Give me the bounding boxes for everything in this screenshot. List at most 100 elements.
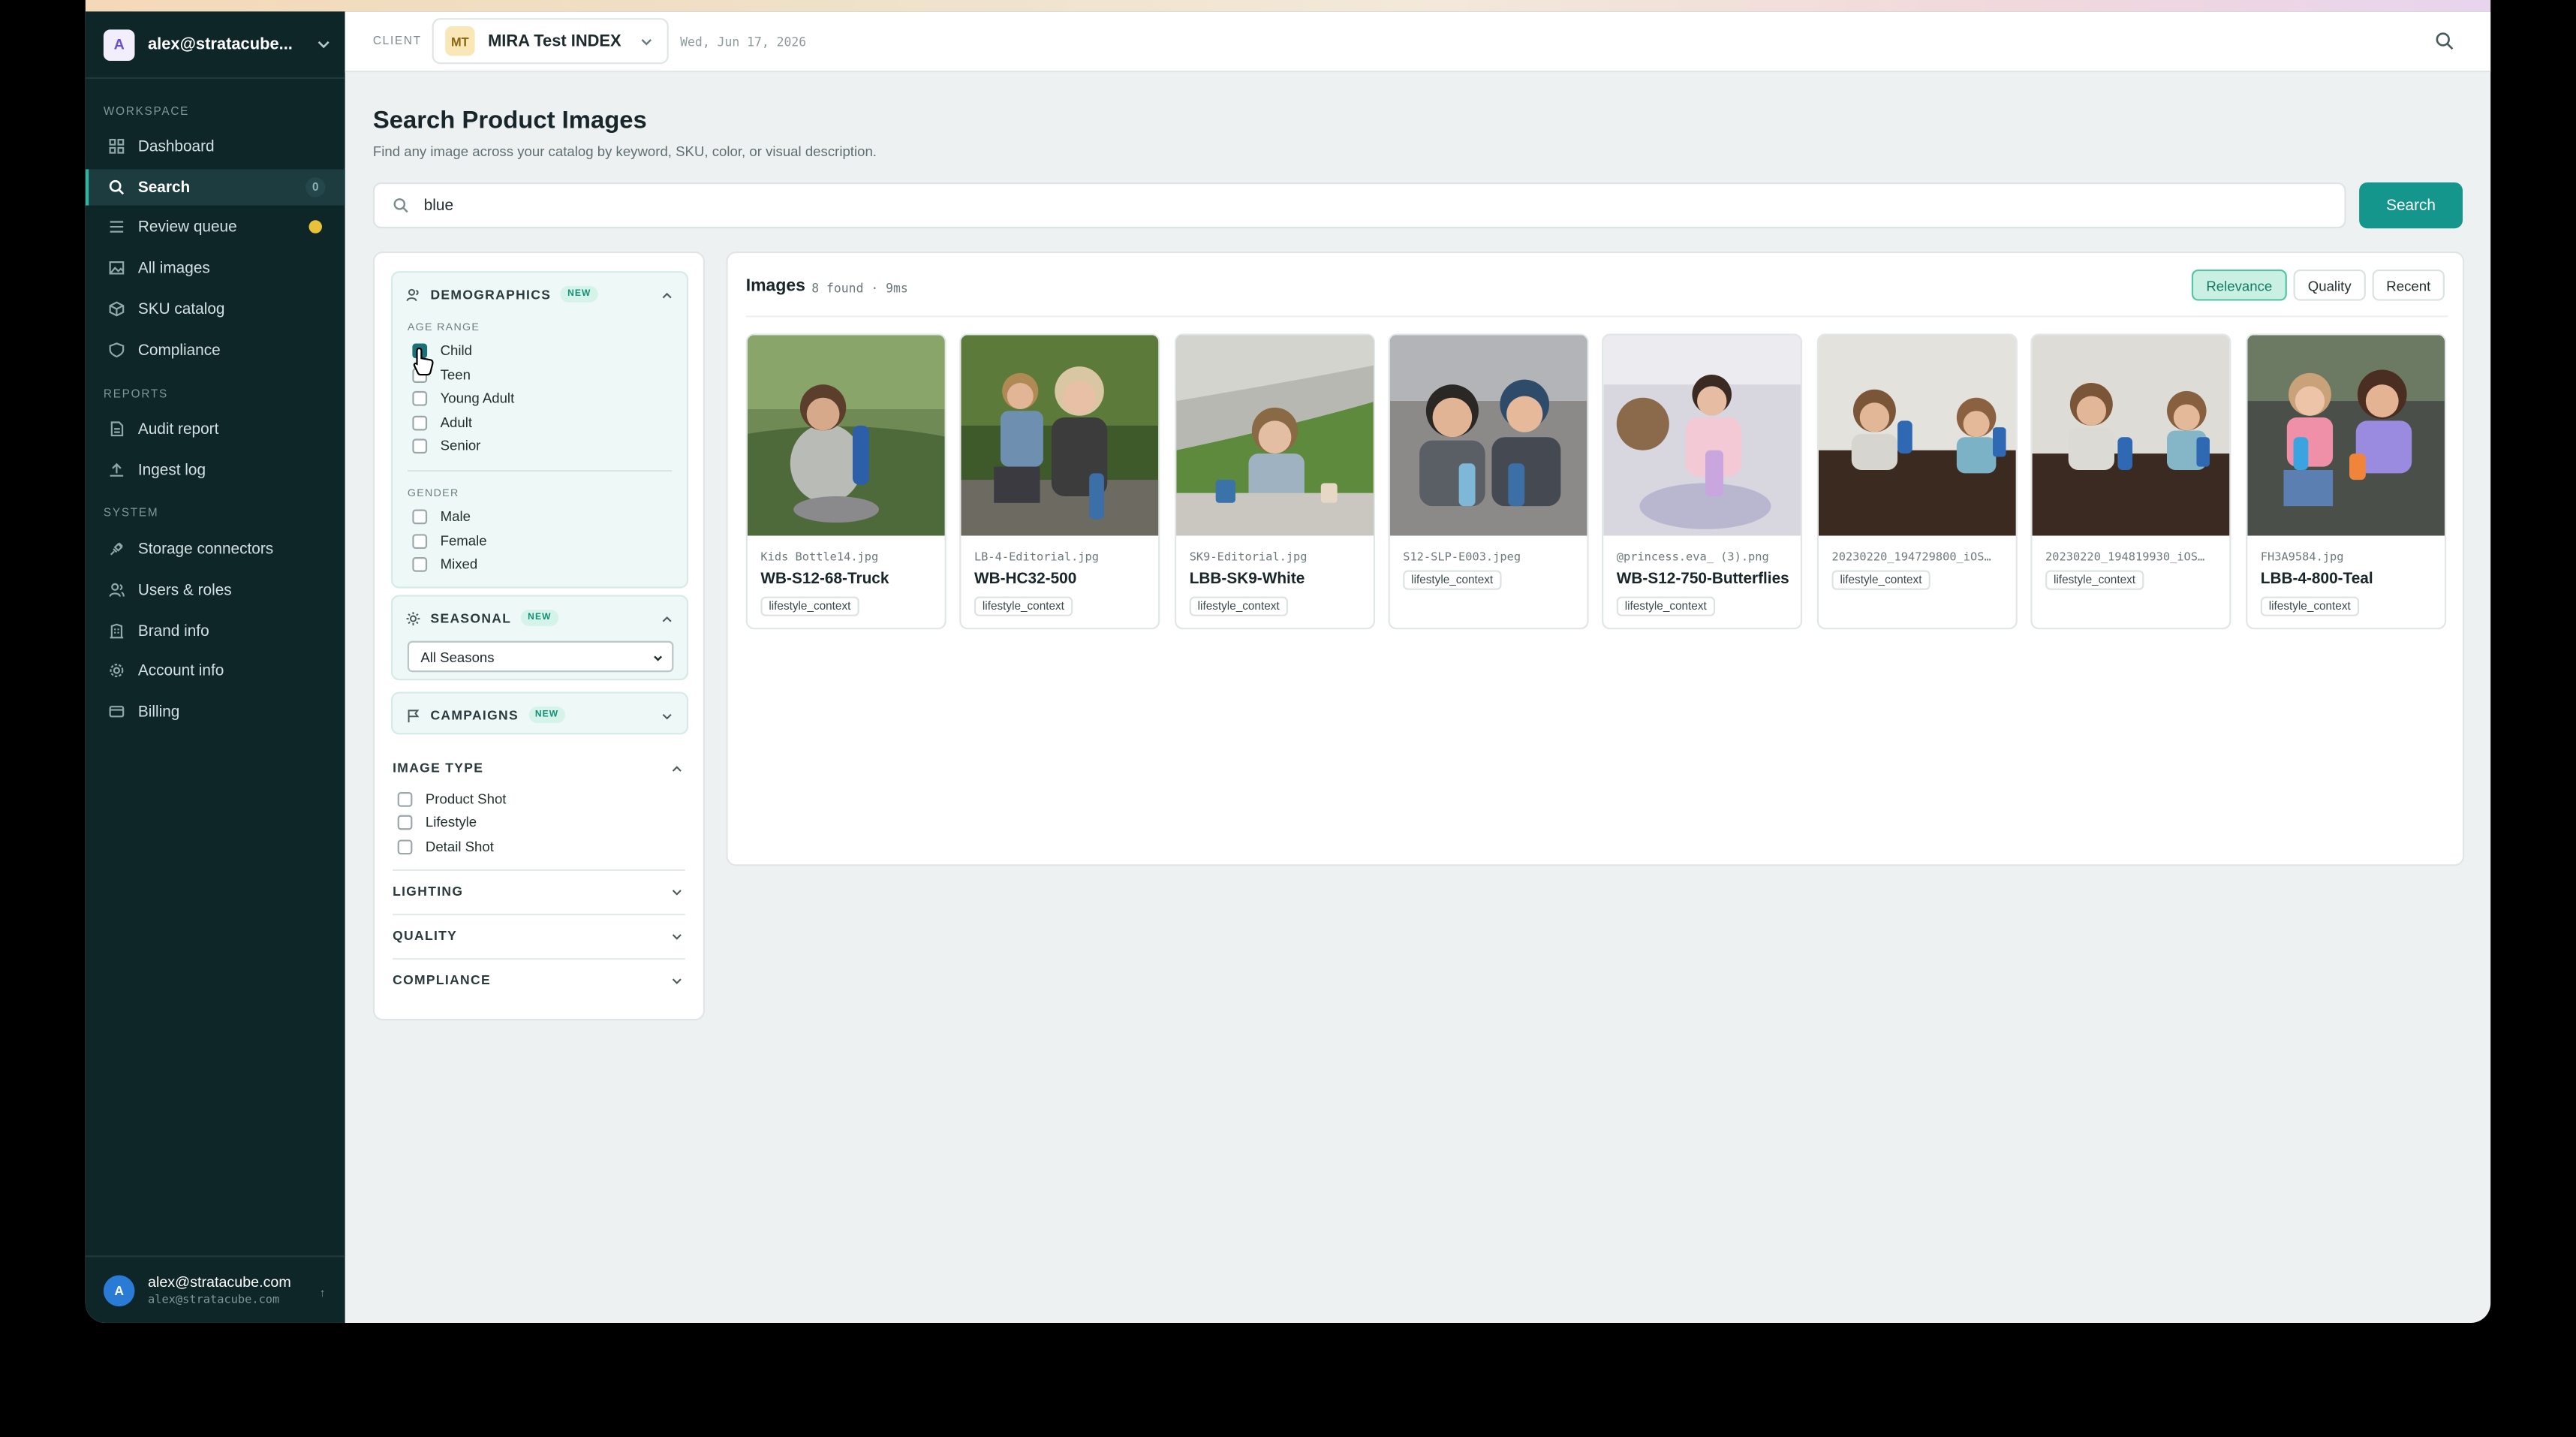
search-input[interactable]	[423, 196, 2231, 215]
results-meta: 8 found · 9ms	[811, 281, 908, 296]
product-photo[interactable]	[2247, 335, 2446, 536]
search-icon	[109, 179, 125, 195]
checkbox-label: Young Adult	[440, 389, 515, 406]
checkbox[interactable]	[412, 508, 428, 524]
account-switcher[interactable]: A alex@stratacube...	[85, 11, 345, 80]
checkbox[interactable]	[397, 814, 413, 830]
image-type-option-product-shot[interactable]: Product Shot	[397, 791, 506, 807]
chevron-down-icon[interactable]	[670, 975, 684, 988]
product-photo[interactable]	[2032, 335, 2231, 536]
list-icon	[110, 221, 124, 233]
checkbox[interactable]	[412, 390, 428, 405]
sidebar-item-dashboard[interactable]: Dashboard	[86, 128, 345, 164]
image-filename: 20230220_194729800_iOS…	[1831, 550, 1991, 564]
sidebar-item-storage-connectors[interactable]: Storage connectors	[86, 531, 345, 567]
sort-recent-button[interactable]: Recent	[2372, 269, 2445, 301]
sidebar-item-billing[interactable]: Billing	[86, 694, 345, 730]
age-option-adult[interactable]: Adult	[412, 414, 472, 430]
chevron-up-icon[interactable]	[670, 763, 684, 776]
image-card[interactable]: 20230220_194819930_iOS… lifestyle_contex…	[2030, 333, 2231, 630]
expand-up-icon[interactable]: ↑	[320, 1288, 326, 1300]
sidebar-item-sku-catalog[interactable]: SKU catalog	[86, 291, 345, 327]
image-card[interactable]: SK9-Editorial.jpg LBB-SK9-White lifestyl…	[1174, 333, 1376, 630]
chevron-down-icon[interactable]	[670, 930, 684, 944]
image-type-option-lifestyle[interactable]: Lifestyle	[397, 813, 477, 830]
checkbox[interactable]	[397, 839, 413, 854]
gender-option-male[interactable]: Male	[412, 508, 471, 524]
plug-icon	[110, 542, 123, 556]
sidebar-item-audit-report[interactable]: Audit report	[86, 411, 345, 447]
sidebar-item-ingest-log[interactable]: Ingest log	[86, 452, 345, 488]
season-select[interactable]: All Seasons	[407, 640, 674, 673]
seasonal-header[interactable]: SEASONAL NEW	[406, 610, 558, 626]
campaigns-header[interactable]: CAMPAIGNS NEW	[406, 706, 566, 724]
demographics-title: DEMOGRAPHICS	[430, 286, 552, 302]
chevron-down-icon	[641, 39, 652, 46]
compliance-header[interactable]: COMPLIANCE	[393, 973, 491, 988]
demographics-header[interactable]: DEMOGRAPHICS NEW	[406, 285, 598, 303]
sort-quality-button[interactable]: Quality	[2293, 269, 2366, 301]
sidebar-item-brand-info[interactable]: Brand info	[86, 613, 345, 649]
product-photo[interactable]	[961, 335, 1160, 536]
sidebar-item-review-queue[interactable]: Review queue	[86, 209, 345, 245]
image-card[interactable]: Kids Bottle14.jpg WB-S12-68-Truck lifest…	[745, 333, 946, 630]
product-photo[interactable]	[1603, 335, 1802, 536]
gender-option-female[interactable]: Female	[412, 532, 487, 549]
product-photo[interactable]	[1176, 335, 1375, 536]
checkbox-label: Child	[440, 342, 473, 359]
sun-icon	[406, 611, 420, 625]
client-selector[interactable]: MT MIRA Test INDEX	[432, 18, 669, 65]
product-photo[interactable]	[747, 335, 946, 536]
sort-options: Relevance Quality Recent	[2185, 269, 2445, 301]
lighting-header[interactable]: LIGHTING	[393, 884, 463, 899]
product-photo[interactable]	[1819, 335, 2018, 536]
search-icon[interactable]	[2435, 32, 2454, 51]
image-filename: S12-SLP-E003.jpeg	[1403, 550, 1521, 564]
gender-option-mixed[interactable]: Mixed	[412, 556, 477, 572]
image-card[interactable]: LB-4-Editorial.jpg WB-HC32-500 lifestyle…	[959, 333, 1160, 630]
sidebar-item-search[interactable]: Search 0	[85, 169, 345, 206]
image-type-header[interactable]: IMAGE TYPE	[393, 761, 483, 776]
checkbox[interactable]	[412, 556, 428, 571]
sidebar-item-label: Storage connectors	[137, 540, 274, 559]
image-tag: lifestyle_context	[1831, 570, 1930, 590]
image-type-option-detail-shot[interactable]: Detail Shot	[397, 838, 494, 855]
checkbox-label: Teen	[440, 366, 471, 383]
chevron-up-icon[interactable]	[661, 613, 674, 626]
campaigns-filter[interactable]: CAMPAIGNS NEW	[390, 691, 689, 735]
user-profile[interactable]: A alex@stratacube.com alex@stratacube.co…	[85, 1255, 345, 1323]
chevron-up-icon[interactable]	[661, 289, 674, 303]
sidebar-item-account-info[interactable]: Account info	[86, 652, 345, 688]
search-button[interactable]: Search	[2359, 182, 2463, 229]
sidebar-item-users-roles[interactable]: Users & roles	[86, 572, 345, 608]
search-bar[interactable]	[372, 182, 2346, 229]
image-card[interactable]: @princess.eva_ (3).png WB-S12-750-Butter…	[1602, 333, 1803, 630]
checkbox[interactable]	[397, 791, 413, 806]
image-card[interactable]: S12-SLP-E003.jpeg lifestyle_context	[1388, 333, 1589, 630]
chevron-down-icon[interactable]	[661, 710, 674, 724]
sidebar-item-label: Brand info	[137, 622, 209, 640]
image-card[interactable]: FH3A9584.jpg LBB-4-800-Teal lifestyle_co…	[2246, 333, 2447, 630]
sort-relevance-button[interactable]: Relevance	[2191, 269, 2287, 301]
checkbox[interactable]	[412, 438, 428, 453]
divider	[393, 869, 685, 872]
checkbox-label: Lifestyle	[425, 813, 477, 830]
image-sku: LBB-4-800-Teal	[2260, 570, 2373, 589]
divider	[393, 913, 685, 916]
checkbox-label: Detail Shot	[425, 838, 494, 855]
chevron-down-icon[interactable]	[670, 886, 684, 899]
sidebar-item-compliance[interactable]: Compliance	[86, 332, 345, 368]
age-option-young-adult[interactable]: Young Adult	[412, 390, 514, 406]
sidebar-item-all-images[interactable]: All images	[86, 250, 345, 286]
age-option-senior[interactable]: Senior	[412, 437, 480, 453]
checkbox[interactable]	[412, 533, 428, 548]
chevron-down-icon	[654, 655, 663, 661]
seasonal-title: SEASONAL	[430, 610, 512, 625]
product-photo[interactable]	[1389, 335, 1589, 536]
sidebar-item-label: Compliance	[137, 341, 221, 360]
quality-header[interactable]: QUALITY	[393, 929, 457, 944]
section-label-reports: REPORTS	[103, 389, 168, 402]
image-card[interactable]: 20230220_194729800_iOS… lifestyle_contex…	[1816, 333, 2018, 630]
image-sku: WB-S12-68-Truck	[760, 570, 889, 589]
checkbox[interactable]	[412, 414, 428, 430]
